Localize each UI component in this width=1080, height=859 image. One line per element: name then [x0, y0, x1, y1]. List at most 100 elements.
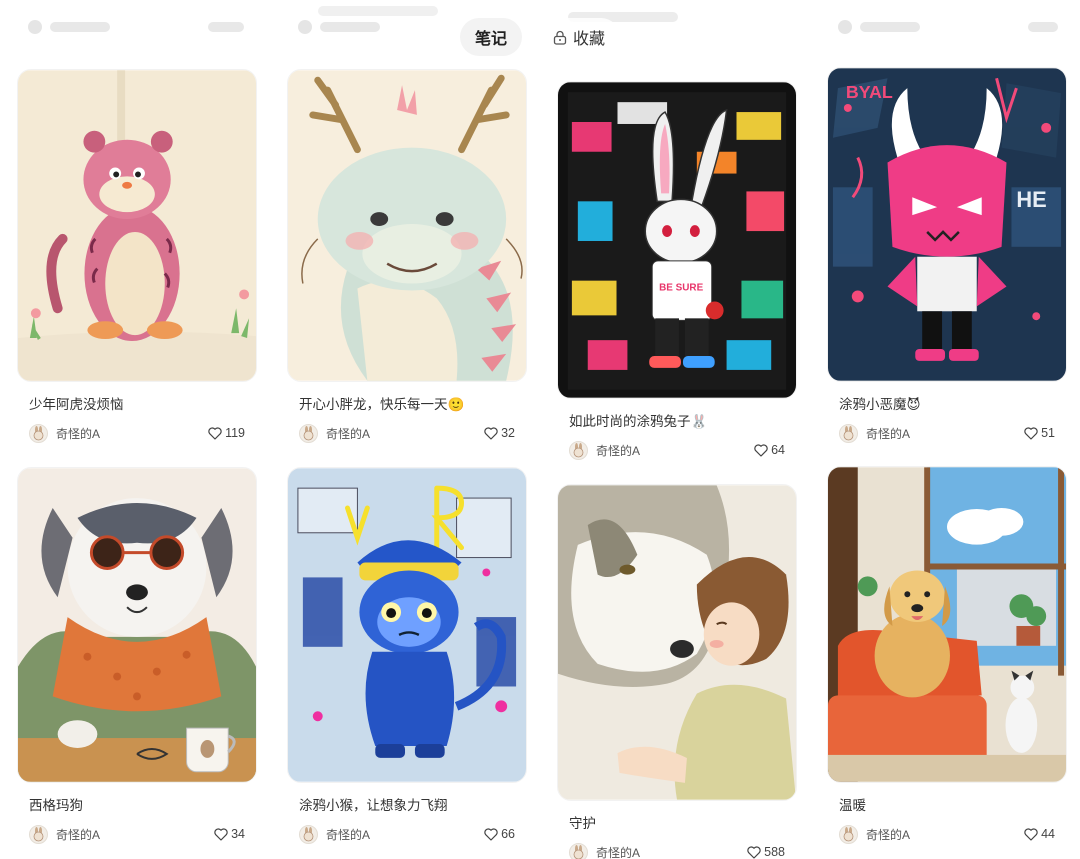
avatar [839, 423, 858, 443]
rabbit-avatar-icon [303, 826, 314, 841]
heart-icon [1024, 426, 1038, 440]
note-card[interactable]: 少年阿虎没烦恼 奇怪的A 119 [17, 69, 257, 443]
rabbit-avatar-icon [303, 425, 314, 440]
note-meta: 奇怪的A 64 [569, 440, 785, 460]
rabbit-avatar-icon [843, 425, 854, 440]
svg-text:BE SURE: BE SURE [659, 283, 703, 294]
note-cover-image[interactable] [17, 467, 257, 783]
like-count: 588 [764, 845, 785, 859]
author-link[interactable]: 奇怪的A [569, 842, 641, 859]
rabbit-avatar-icon [33, 826, 44, 841]
avatar [299, 423, 318, 443]
note-card[interactable]: 守护 奇怪的A 588 [557, 484, 797, 859]
avatar [839, 824, 858, 844]
profile-tabs: 笔记 收藏 [0, 18, 1080, 56]
sigma-dog-illustration [18, 468, 256, 782]
note-meta: 奇怪的A 119 [29, 423, 245, 443]
like-button[interactable]: 588 [747, 845, 785, 859]
cartoon-dragon-illustration [288, 70, 526, 381]
author-name: 奇怪的A [56, 827, 101, 842]
rabbit-avatar-icon [573, 844, 584, 859]
note-meta: 奇怪的A 34 [29, 824, 245, 844]
note-meta: 奇怪的A 32 [299, 423, 515, 443]
author-name: 奇怪的A [326, 827, 371, 842]
like-button[interactable]: 119 [208, 426, 245, 440]
note-title[interactable]: 开心小胖龙，快乐每一天🙂 [299, 396, 519, 414]
heart-icon [484, 426, 498, 440]
tab-notes-label: 笔记 [474, 31, 507, 48]
note-title[interactable]: 涂鸦小猴，让想象力飞翔 [299, 797, 519, 815]
like-count: 44 [1041, 827, 1055, 841]
note-title[interactable]: 守护 [569, 815, 789, 833]
graffiti-devil-illustration: HE BYAL [828, 68, 1066, 381]
svg-text:BYAL: BYAL [846, 82, 893, 102]
rabbit-avatar-icon [843, 826, 854, 841]
note-cover-image[interactable] [17, 69, 257, 382]
author-link[interactable]: 奇怪的A [569, 440, 641, 460]
avatar [29, 423, 48, 443]
like-button[interactable]: 51 [1024, 426, 1055, 440]
author-link[interactable]: 奇怪的A [839, 423, 911, 443]
graffiti-monkey-illustration [288, 468, 526, 782]
heart-icon [754, 443, 768, 457]
note-title[interactable]: 少年阿虎没烦恼 [29, 396, 249, 414]
author-name: 奇怪的A [56, 426, 101, 441]
note-meta: 奇怪的A 44 [839, 824, 1055, 844]
note-cover-image[interactable] [827, 466, 1067, 783]
svg-text:HE: HE [1016, 187, 1046, 212]
avatar [29, 824, 48, 844]
like-button[interactable]: 66 [484, 827, 515, 841]
avatar [569, 440, 588, 460]
author-link[interactable]: 奇怪的A [299, 423, 371, 443]
heart-icon [208, 426, 222, 440]
like-button[interactable]: 34 [214, 827, 245, 841]
golden-dog-on-sofa-illustration [828, 467, 1066, 782]
note-title[interactable]: 涂鸦小恶魔😈 [839, 396, 1059, 414]
note-cover-image[interactable] [287, 467, 527, 783]
heart-icon [484, 827, 498, 841]
note-card[interactable]: BE SURE 如此时尚的涂鸦兔子🐰 奇怪的A 64 [557, 81, 797, 460]
note-meta: 奇怪的A 588 [569, 842, 785, 859]
note-card[interactable]: 开心小胖龙，快乐每一天🙂 奇怪的A 32 [287, 69, 527, 443]
note-cover-image[interactable]: HE BYAL [827, 67, 1067, 382]
note-title[interactable]: 如此时尚的涂鸦兔子🐰 [569, 413, 789, 431]
heart-icon [1024, 827, 1038, 841]
author-name: 奇怪的A [596, 443, 641, 458]
like-button[interactable]: 64 [754, 443, 785, 457]
author-name: 奇怪的A [326, 426, 371, 441]
note-title[interactable]: 温暖 [839, 797, 1059, 815]
note-meta: 奇怪的A 51 [839, 423, 1055, 443]
like-button[interactable]: 44 [1024, 827, 1055, 841]
note-cover-image[interactable] [557, 484, 797, 801]
author-link[interactable]: 奇怪的A [839, 824, 911, 844]
like-button[interactable]: 32 [484, 426, 515, 440]
like-count: 66 [501, 827, 515, 841]
author-name: 奇怪的A [596, 845, 641, 859]
like-count: 119 [225, 426, 245, 440]
author-link[interactable]: 奇怪的A [299, 824, 371, 844]
note-meta: 奇怪的A 66 [299, 824, 515, 844]
avatar [569, 842, 588, 859]
author-name: 奇怪的A [866, 426, 911, 441]
note-card[interactable]: 涂鸦小猴，让想象力飞翔 奇怪的A 66 [287, 467, 527, 844]
heart-icon [747, 845, 761, 859]
heart-icon [214, 827, 228, 841]
tab-notes[interactable]: 笔记 [459, 18, 522, 56]
cartoon-tiger-illustration [18, 70, 256, 381]
note-card[interactable]: HE BYAL 涂鸦小恶魔😈 奇怪的A 51 [827, 67, 1067, 443]
author-link[interactable]: 奇怪的A [29, 423, 101, 443]
note-title[interactable]: 西格玛狗 [29, 797, 249, 815]
dog-and-child-illustration [558, 485, 796, 800]
like-count: 34 [231, 827, 245, 841]
author-link[interactable]: 奇怪的A [29, 824, 101, 844]
like-count: 64 [771, 443, 785, 457]
note-cover-image[interactable] [287, 69, 527, 382]
rabbit-avatar-icon [573, 442, 584, 457]
note-cover-image[interactable]: BE SURE [557, 81, 797, 399]
author-name: 奇怪的A [866, 827, 911, 842]
like-count: 51 [1041, 426, 1055, 440]
tab-collections[interactable]: 收藏 [538, 18, 621, 56]
note-card[interactable]: 西格玛狗 奇怪的A 34 [17, 467, 257, 844]
note-card[interactable]: 温暖 奇怪的A 44 [827, 466, 1067, 844]
graffiti-rabbit-illustration: BE SURE [558, 82, 796, 398]
